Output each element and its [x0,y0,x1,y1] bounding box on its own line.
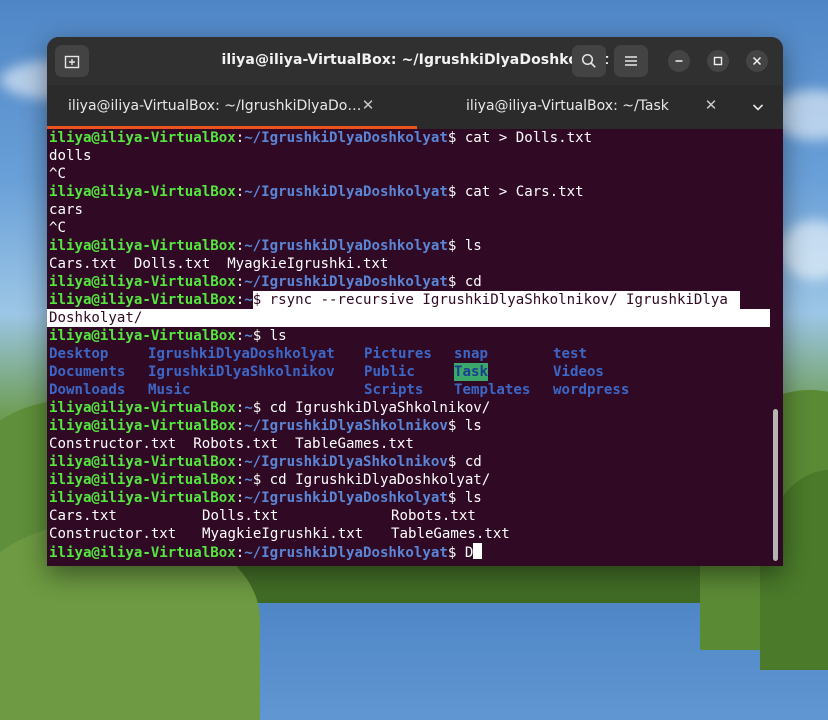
tab-bar: iliya@iliya-VirtualBox: ~/IgrushkiDlyaDo… [47,85,783,129]
output-line: Cars.txt Dolls.txt MyagkieIgrushki.txt [49,256,389,272]
close-icon [752,56,762,66]
tab-close-icon[interactable]: ✕ [702,96,720,114]
dir-entry: IgrushkiDlyaDoshkolyat [148,346,335,362]
dir-entry-highlighted: Task [454,363,488,381]
prompt-line: iliya@iliya-VirtualBox:~$ ls [49,328,287,344]
tab-label: iliya@iliya-VirtualBox: ~/IgrushkiDlyaDo… [68,98,362,114]
maximize-icon [713,56,723,66]
file-entry: Dolls.txt [202,508,279,524]
minimize-button[interactable] [668,50,690,72]
dir-entry: Downloads [49,382,126,398]
search-icon [581,53,596,68]
tab-close-icon[interactable]: ✕ [359,96,377,114]
search-button[interactable] [572,45,606,77]
selected-text[interactable]: $ rsync --recursive IgrushkiDlyaShkolnik… [252,291,740,309]
hamburger-menu-icon [625,56,637,66]
close-button[interactable] [746,50,768,72]
file-entry: Constructor.txt [49,526,177,542]
dir-entry: wordpress [553,382,630,398]
dir-entry: IgrushkiDlyaShkolnikov [148,364,335,380]
dir-entry: Scripts [364,382,424,398]
prompt-line: iliya@iliya-VirtualBox:~/IgrushkiDlyaDos… [49,490,482,506]
title-bar: iliya@iliya-VirtualBox: ~/IgrushkiDlyaDo… [47,37,783,85]
tabs-dropdown-button[interactable] [751,99,769,117]
output-line: cars [49,202,83,218]
terminal-output[interactable]: iliya@iliya-VirtualBox:~/IgrushkiDlyaDos… [47,129,783,566]
prompt-line: iliya@iliya-VirtualBox:~/IgrushkiDlyaDos… [49,184,584,200]
file-entry: TableGames.txt [391,526,510,542]
output-line: ^C [49,166,66,182]
current-prompt[interactable]: iliya@iliya-VirtualBox:~/IgrushkiDlyaDos… [49,543,483,561]
dir-entry: Videos [553,364,604,380]
text-cursor [473,543,483,559]
dir-entry: Desktop [49,346,109,362]
dir-entry: Pictures [364,346,432,362]
prompt-line: iliya@iliya-VirtualBox:~/IgrushkiDlyaDos… [49,130,593,146]
dir-entry: Documents [49,364,126,380]
tab-doshkolyat[interactable]: iliya@iliya-VirtualBox: ~/IgrushkiDlyaDo… [47,85,417,129]
chevron-down-icon [752,104,764,111]
dir-entry: Templates [454,382,531,398]
prompt-line: iliya@iliya-VirtualBox:~/IgrushkiDlyaDos… [49,238,482,254]
file-entry: MyagkieIgrushki.txt [202,526,364,542]
menu-button[interactable] [614,45,648,77]
dir-entry: snap [454,346,488,362]
minimize-icon [675,60,683,62]
maximize-button[interactable] [707,50,729,72]
dir-entry: Music [148,382,191,398]
scrollbar-thumb[interactable] [773,409,778,561]
selected-text[interactable]: Doshkolyat/ [47,309,770,327]
prompt-line: iliya@iliya-VirtualBox:~/IgrushkiDlyaDos… [49,274,482,290]
dir-entry: Public [364,364,415,380]
dir-entry: test [553,346,587,362]
prompt-line: iliya@iliya-VirtualBox:~$ rsync --recurs… [49,291,740,309]
prompt-line: iliya@iliya-VirtualBox:~$ cd IgrushkiDly… [49,400,491,416]
output-line: Constructor.txt Robots.txt TableGames.tx… [49,436,414,452]
tab-task[interactable]: iliya@iliya-VirtualBox: ~/Task ✕ [417,85,737,129]
output-line: dolls [49,148,92,164]
prompt-line: iliya@iliya-VirtualBox:~/IgrushkiDlyaShk… [49,454,482,470]
prompt-line: iliya@iliya-VirtualBox:~/IgrushkiDlyaShk… [49,418,482,434]
prompt-line: iliya@iliya-VirtualBox:~$ cd IgrushkiDly… [49,472,491,488]
tab-label: iliya@iliya-VirtualBox: ~/Task [466,98,669,114]
output-line: ^C [49,220,66,236]
file-entry: Robots.txt [391,508,476,524]
terminal-window: iliya@iliya-VirtualBox: ~/IgrushkiDlyaDo… [47,37,783,566]
file-entry: Cars.txt [49,508,117,524]
